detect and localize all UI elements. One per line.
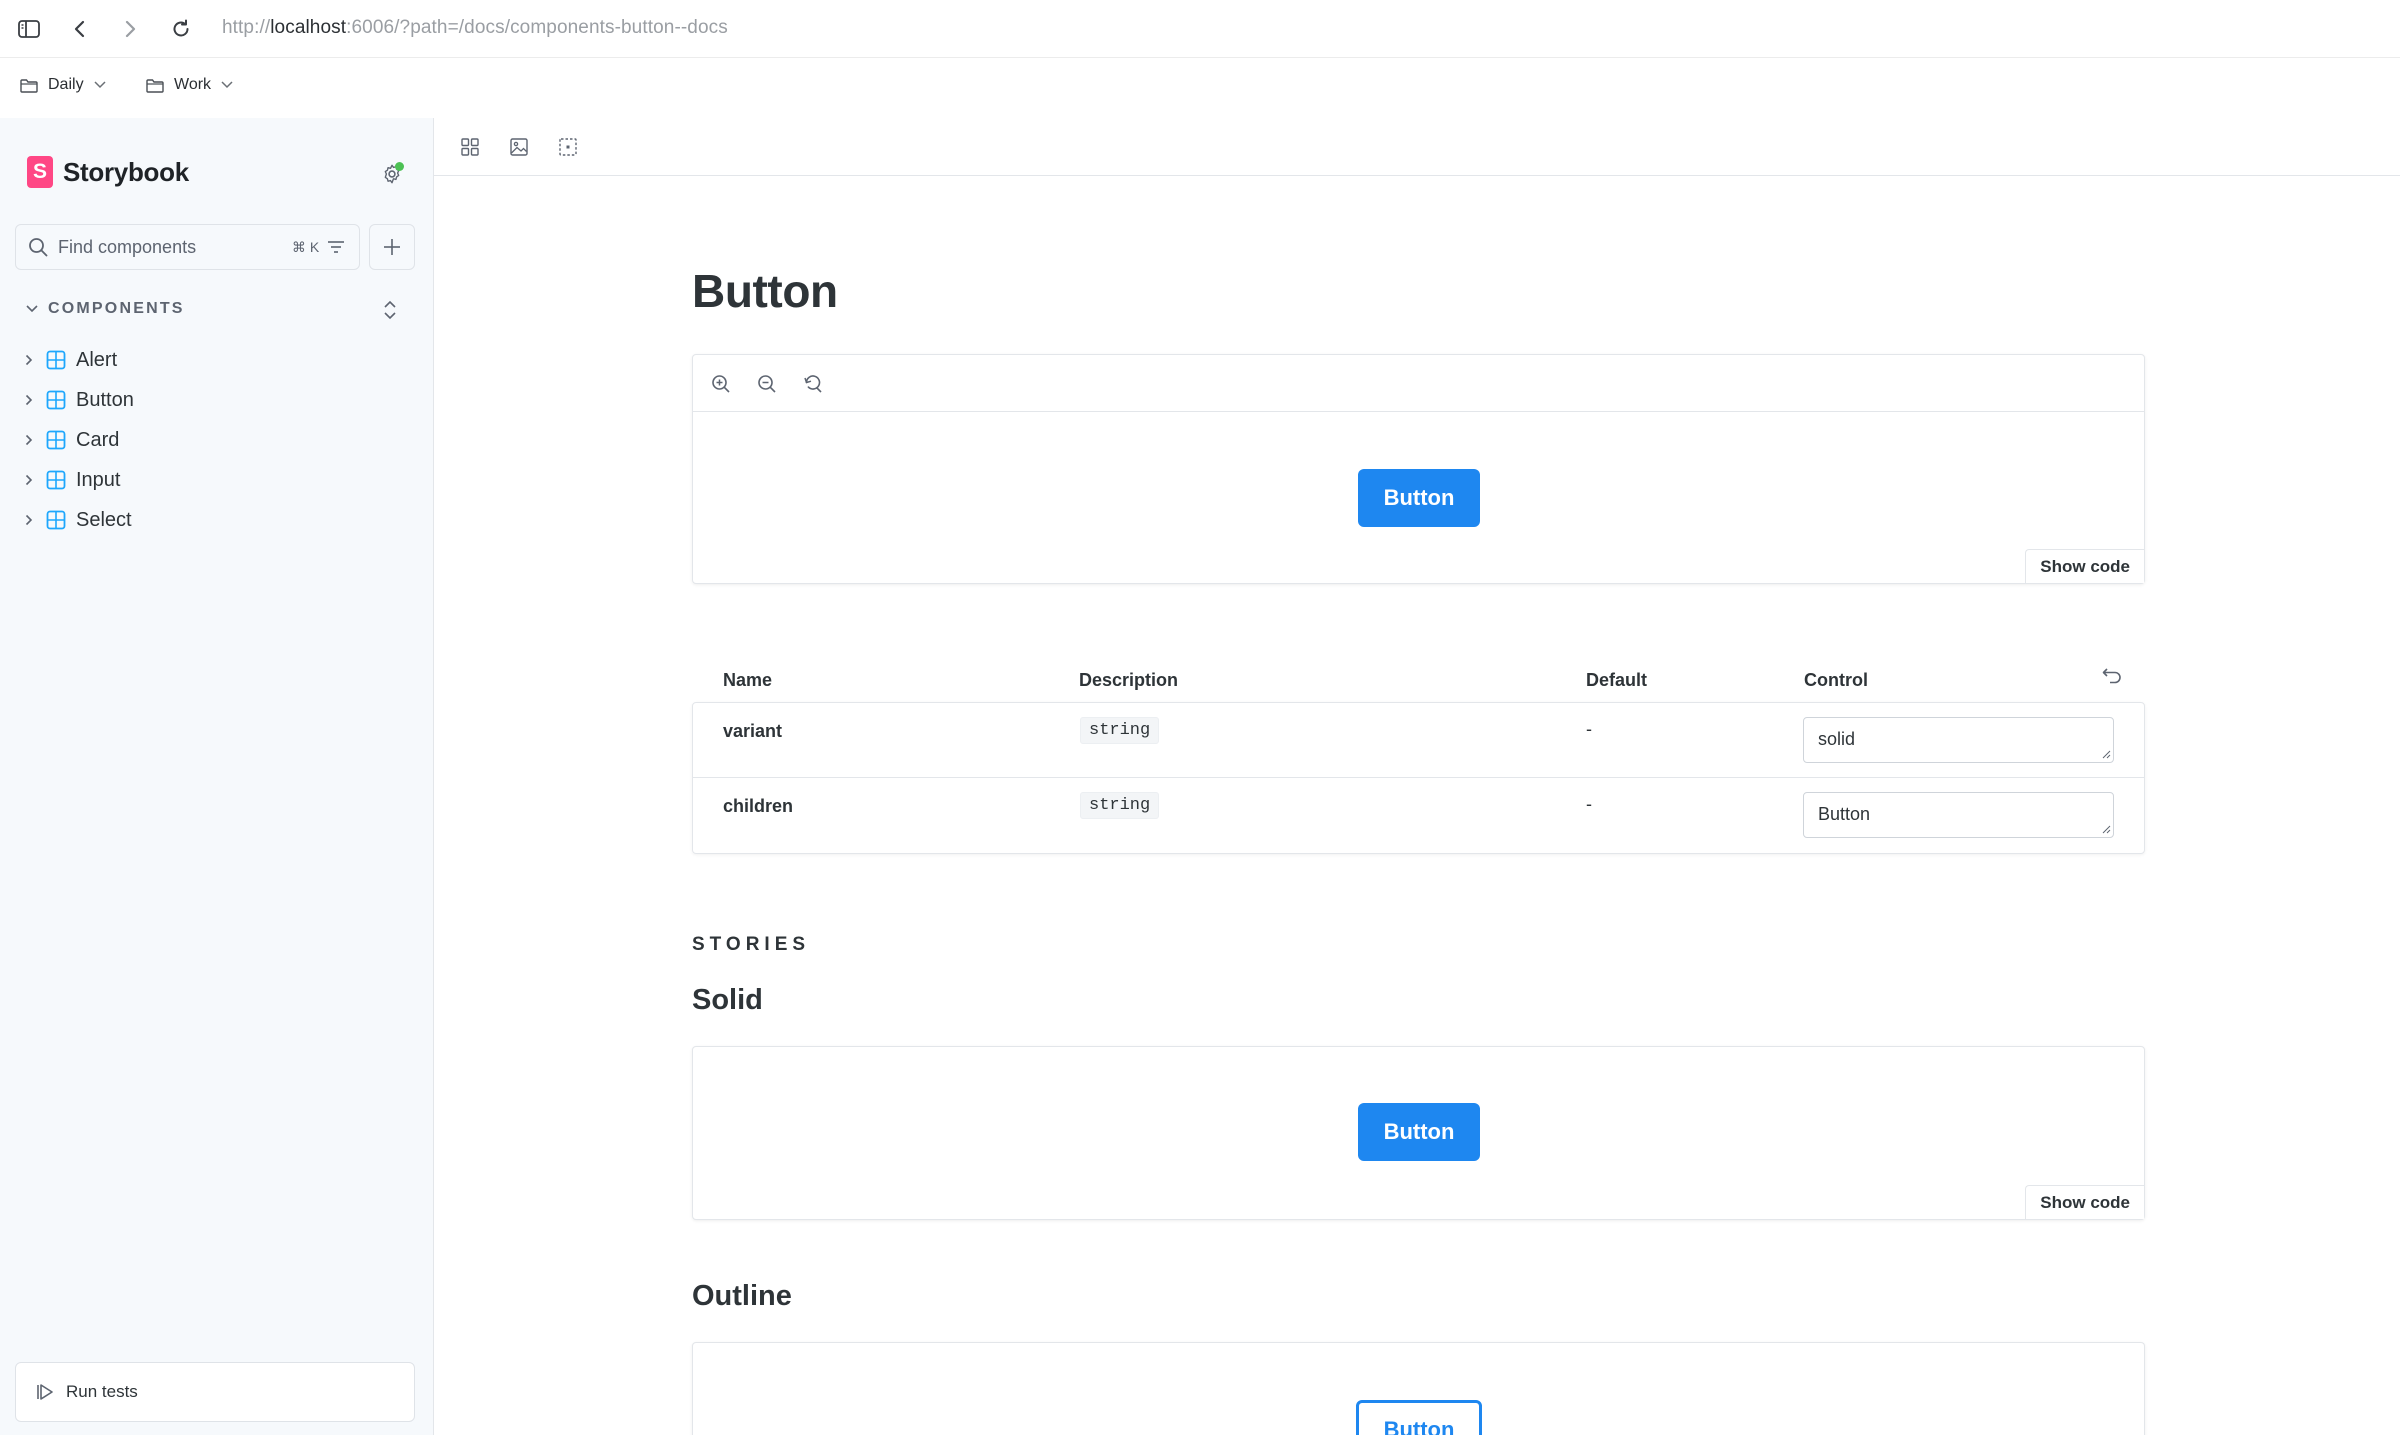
url-path: :6006/?path=/docs/components-button--doc… [346, 17, 728, 38]
chevron-right-icon[interactable] [22, 514, 36, 526]
args-table: Name Description Default Control variant… [692, 646, 2145, 854]
folder-icon [146, 78, 164, 93]
zoom-toolbar [693, 355, 2144, 412]
component-grid-icon [46, 390, 66, 410]
component-grid-icon [46, 510, 66, 530]
button-preview[interactable]: Button [1358, 1103, 1480, 1161]
primary-story-preview: Button Show code [692, 354, 2145, 584]
sidebar-toggle-icon[interactable] [14, 14, 44, 44]
search-input[interactable] [58, 233, 268, 261]
forward-icon[interactable] [116, 14, 146, 44]
back-icon[interactable] [64, 14, 94, 44]
sidebar: S Storybook ⌘ K COMPONENTS Alert Button [0, 118, 434, 1435]
stories-section-label: STORIES [692, 934, 811, 955]
url-host: localhost [270, 17, 347, 38]
search-box: ⌘ K [15, 224, 360, 270]
storybook-logo[interactable]: S Storybook [27, 156, 189, 188]
background-image-icon[interactable] [505, 133, 533, 161]
args-table-body: variant string - solid children string -… [692, 702, 2145, 854]
zoom-out-icon[interactable] [754, 371, 780, 397]
zoom-in-icon[interactable] [708, 371, 734, 397]
bookmark-folder-work[interactable]: Work [146, 76, 233, 94]
arg-default: - [1586, 794, 1592, 814]
sidebar-item-card[interactable]: Card [22, 420, 422, 460]
children-control-input[interactable]: Button [1803, 792, 2114, 838]
show-code-button[interactable]: Show code [2025, 1185, 2144, 1219]
sidebar-item-input[interactable]: Input [22, 460, 422, 500]
filter-icon[interactable] [326, 237, 346, 257]
sidebar-item-alert[interactable]: Alert [22, 340, 422, 380]
search-icon [29, 238, 48, 257]
sidebar-item-label: Button [76, 388, 134, 411]
sidebar-item-label: Card [76, 428, 120, 451]
settings-button[interactable] [376, 158, 408, 190]
column-header-name: Name [723, 670, 773, 690]
folder-icon [20, 78, 38, 93]
components-section-header[interactable]: COMPONENTS [26, 300, 185, 318]
arg-name: children [723, 796, 794, 816]
undo-icon[interactable] [2102, 666, 2122, 684]
component-tree: Alert Button Card Input Select [22, 340, 422, 540]
chevron-right-icon[interactable] [22, 394, 36, 406]
reload-icon[interactable] [166, 14, 196, 44]
column-header-control: Control [1804, 670, 1868, 690]
component-grid-icon [46, 470, 66, 490]
section-label: COMPONENTS [48, 300, 185, 317]
chevron-down-icon [26, 305, 38, 313]
add-story-button[interactable] [369, 224, 415, 270]
status-dot [395, 162, 404, 171]
run-tests-button[interactable]: Run tests [15, 1362, 415, 1422]
story-preview-solid: Button Show code [692, 1046, 2145, 1220]
chevron-right-icon[interactable] [22, 474, 36, 486]
button-preview[interactable]: Button [1356, 1400, 1482, 1435]
args-table-header: Name Description Default Control [692, 646, 2145, 702]
search-shortcut: ⌘ K [292, 239, 320, 255]
sidebar-item-label: Select [76, 508, 132, 531]
variant-control-input[interactable]: solid [1803, 717, 2114, 763]
arg-name: variant [723, 721, 783, 741]
bookmarks-bar: Daily Work [0, 58, 2400, 118]
component-grid-icon [46, 430, 66, 450]
bookmark-label: Daily [48, 76, 84, 93]
sidebar-item-label: Input [76, 468, 121, 491]
expand-collapse-all-button[interactable] [382, 298, 398, 327]
table-row: children string - Button [693, 778, 2144, 853]
bookmark-label: Work [174, 76, 212, 93]
address-bar[interactable]: http://localhost:6006/?path=/docs/compon… [222, 17, 728, 39]
browser-toolbar: http://localhost:6006/?path=/docs/compon… [0, 0, 2400, 58]
component-grid-icon [46, 350, 66, 370]
page-title: Button [692, 265, 838, 317]
run-tests-label: Run tests [66, 1382, 138, 1401]
zoom-reset-icon[interactable] [800, 371, 826, 397]
bookmark-folder-daily[interactable]: Daily [20, 76, 106, 94]
play-icon [37, 1384, 53, 1400]
plus-icon [384, 239, 400, 255]
brand-name: Storybook [63, 156, 189, 187]
sidebar-item-button[interactable]: Button [22, 380, 422, 420]
chevron-down-icon [221, 81, 233, 89]
grid-icon[interactable] [456, 133, 484, 161]
sidebar-item-select[interactable]: Select [22, 500, 422, 540]
chevron-right-icon[interactable] [22, 434, 36, 446]
url-scheme: http:// [222, 17, 271, 38]
storybook-mark-icon: S [27, 156, 53, 188]
story-title-outline: Outline [692, 1280, 792, 1312]
chevron-right-icon[interactable] [22, 354, 36, 366]
arg-default: - [1586, 719, 1592, 739]
table-row: variant string - solid [693, 703, 2144, 778]
column-header-description: Description [1079, 670, 1179, 690]
expand-collapse-icon [384, 300, 396, 320]
arg-type-badge: string [1080, 792, 1160, 819]
button-preview[interactable]: Button [1358, 469, 1480, 527]
preview-toolbar [434, 118, 2400, 176]
sidebar-item-label: Alert [76, 348, 118, 371]
column-header-default: Default [1586, 670, 1648, 690]
chevron-down-icon [94, 81, 106, 89]
show-code-button[interactable]: Show code [2025, 549, 2144, 583]
story-title-solid: Solid [692, 984, 763, 1016]
outline-icon[interactable] [554, 133, 582, 161]
story-preview-outline: Button [692, 1342, 2145, 1435]
arg-type-badge: string [1080, 717, 1160, 744]
